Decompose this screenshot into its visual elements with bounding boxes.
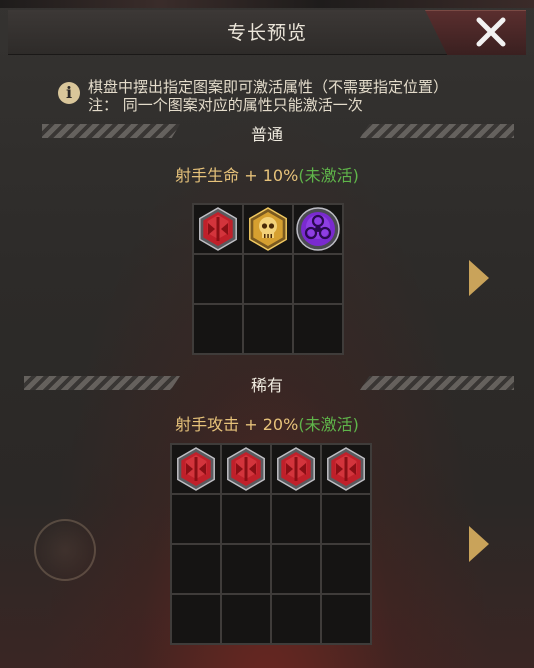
close-button[interactable] <box>474 16 508 48</box>
grid-cell-filled <box>222 445 270 493</box>
grid-cell-empty <box>272 545 320 593</box>
pattern-grid-common <box>192 203 344 355</box>
axe-red-icon <box>327 447 365 491</box>
axe-red-icon <box>199 207 237 251</box>
chevron-right-icon <box>469 260 489 296</box>
grid-cell-filled <box>272 445 320 493</box>
axe-red-icon <box>277 447 315 491</box>
virtual-joystick[interactable] <box>34 519 96 581</box>
info-text-line2: 注： 同一个图案对应的属性只能激活一次 <box>88 96 363 114</box>
grid-cell-empty <box>294 255 342 303</box>
pattern-grid-rare <box>170 443 372 645</box>
grid-cell-empty <box>322 545 370 593</box>
grid-cell-empty <box>272 595 320 643</box>
bonus-rare: 射手攻击 + 20%(未激活) <box>0 411 534 435</box>
biohazard-purple-icon <box>296 207 340 251</box>
bonus-status: (未激活) <box>298 415 359 434</box>
next-arrow-button[interactable] <box>467 524 491 564</box>
bonus-common: 射手生命 + 10%(未激活) <box>0 162 534 186</box>
grid-cell-empty <box>172 495 220 543</box>
grid-cell-empty <box>322 595 370 643</box>
bonus-status: (未激活) <box>298 166 359 185</box>
grid-cell-empty <box>322 495 370 543</box>
grid-cell-empty <box>194 255 242 303</box>
grid-cell-empty <box>222 495 270 543</box>
section-title-rare: 稀有 <box>250 376 283 395</box>
info-icon: i <box>58 82 80 104</box>
chevron-right-icon <box>469 526 489 562</box>
grid-cell-empty <box>244 305 292 353</box>
grid-cell-empty <box>244 255 292 303</box>
bonus-text: 射手生命 + 10% <box>175 166 299 185</box>
grid-cell-empty <box>172 595 220 643</box>
grid-cell-empty <box>172 545 220 593</box>
close-icon <box>476 17 506 47</box>
grid-cell-filled <box>294 205 342 253</box>
grid-cell-filled <box>194 205 242 253</box>
grid-cell-empty <box>194 305 242 353</box>
grid-cell-filled <box>322 445 370 493</box>
grid-cell-empty <box>272 495 320 543</box>
grid-cell-filled <box>244 205 292 253</box>
grid-cell-empty <box>222 545 270 593</box>
grid-cell-empty <box>222 595 270 643</box>
grid-cell-empty <box>294 305 342 353</box>
next-arrow-button[interactable] <box>467 258 491 298</box>
section-title-common: 普通 <box>250 125 283 144</box>
axe-red-icon <box>177 447 215 491</box>
grid-cell-filled <box>172 445 220 493</box>
top-edge <box>0 0 534 8</box>
skull-gold-icon <box>249 207 287 251</box>
bonus-text: 射手攻击 + 20% <box>175 415 299 434</box>
axe-red-icon <box>227 447 265 491</box>
